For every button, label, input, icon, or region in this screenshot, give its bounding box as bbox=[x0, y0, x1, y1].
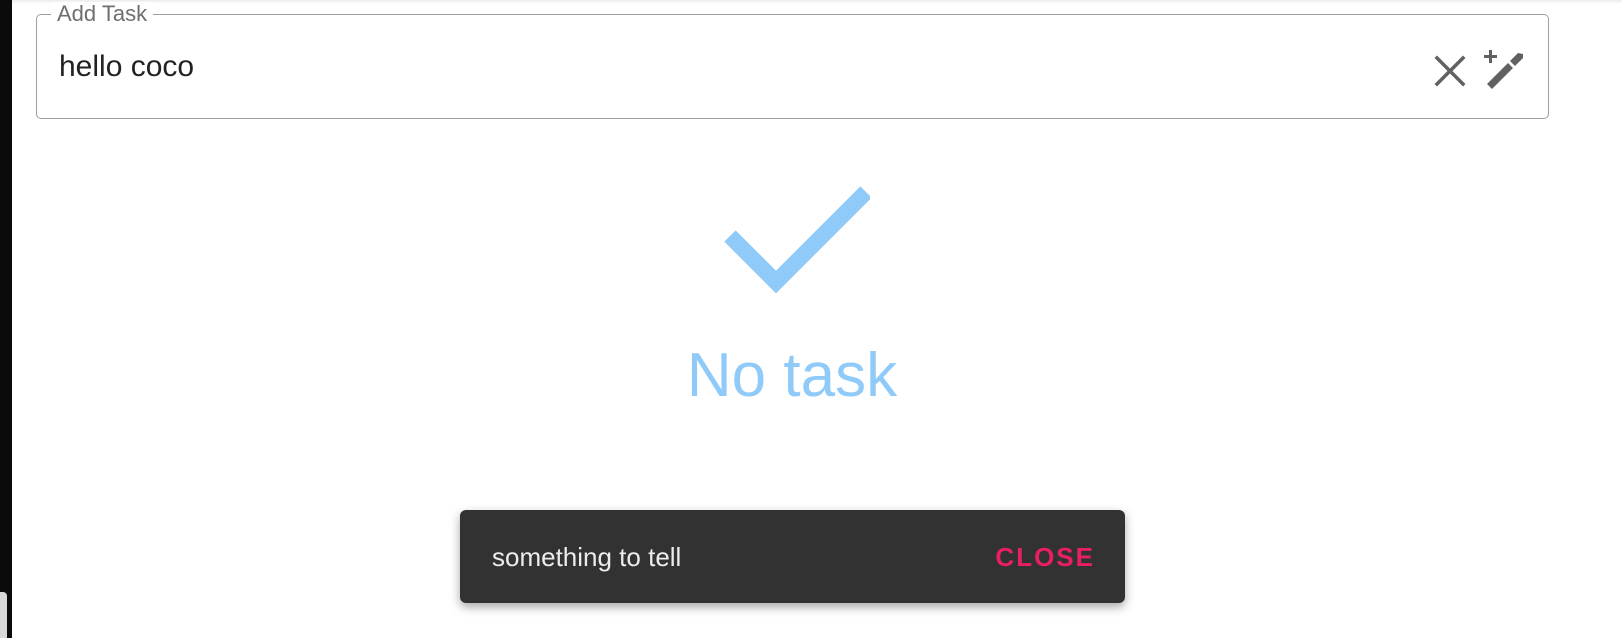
add-task-input[interactable] bbox=[59, 45, 1399, 89]
empty-state-text: No task bbox=[686, 341, 898, 410]
todo-app: Add Task No task something to tell bbox=[12, 0, 1622, 638]
snackbar-message: something to tell bbox=[492, 542, 682, 572]
auto-fix-wand-icon bbox=[1484, 50, 1523, 89]
add-task-field: Add Task bbox=[36, 2, 1549, 119]
add-task-label: Add Task bbox=[51, 2, 154, 26]
add-task-button[interactable] bbox=[1483, 48, 1525, 90]
snackbar-close-button[interactable]: CLOSE bbox=[995, 540, 1095, 574]
left-edge-handle bbox=[0, 592, 7, 638]
clear-input-button[interactable] bbox=[1432, 53, 1468, 89]
check-icon bbox=[724, 186, 870, 294]
top-shadow bbox=[12, 0, 1622, 4]
close-icon bbox=[1434, 55, 1466, 87]
snackbar: something to tell CLOSE bbox=[460, 510, 1125, 603]
window-left-edge bbox=[0, 0, 12, 638]
